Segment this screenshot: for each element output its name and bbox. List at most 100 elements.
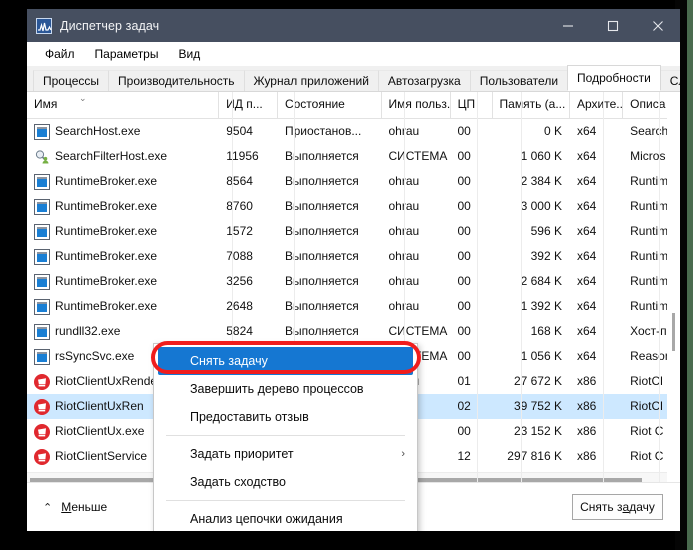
end-task-button[interactable]: Снять з а дачу <box>572 494 663 520</box>
fewer-details-link[interactable]: ⌃ Меньше <box>43 500 107 514</box>
menu-options[interactable]: Параметры <box>85 45 169 64</box>
cell-cpu: 01 <box>457 374 471 388</box>
cell-status: Выполняется <box>284 324 359 338</box>
cell-username: СИСТЕМА <box>388 324 448 338</box>
process-context-menu: Снять задачу Завершить дерево процессов Пр… <box>153 343 418 531</box>
cell-cpu: 00 <box>457 174 471 188</box>
column-header-cpu[interactable]: ЦП <box>451 92 493 118</box>
table-row[interactable]: SearchFilterHost.exe 11956 Выполняется СИСТ… <box>27 144 680 169</box>
process-name-label: RiotClientUx.exe <box>55 424 145 438</box>
cell-status: Выполняется <box>284 274 359 288</box>
cell-pid: 8760 <box>226 199 253 213</box>
process-name-label: rundll32.exe <box>55 324 121 338</box>
window-icon <box>34 198 50 215</box>
column-header-pid[interactable]: ИД п... <box>219 92 278 118</box>
column-header-name[interactable]: Имя <box>27 92 220 118</box>
fewer-details-mnemonic: М <box>61 500 72 514</box>
vertical-scrollbar-thumb[interactable] <box>672 313 675 351</box>
window-icon <box>34 123 50 140</box>
cell-process-name: RuntimeBroker.exe <box>27 244 219 269</box>
column-header-memory[interactable]: Память (а... <box>493 92 570 118</box>
tab-services[interactable]: Службы <box>659 70 680 91</box>
context-menu-item-label: Предоставить отзыв <box>190 410 309 424</box>
cell-pid: 8564 <box>226 174 253 188</box>
table-row[interactable]: rundll32.exe 5824 Выполняется СИСТЕМА 00 168 … <box>27 319 680 344</box>
cell-username: ohrau <box>388 274 420 288</box>
menu-file[interactable]: Файл <box>35 45 85 64</box>
cell-architecture: x86 <box>576 399 597 413</box>
cell-memory: 3 000 K <box>520 199 562 213</box>
cell-memory: 392 K <box>530 249 562 263</box>
cell-status: Выполняется <box>284 199 359 213</box>
menu-bar: Файл Параметры Вид <box>27 42 680 66</box>
table-row[interactable]: RuntimeBroker.exe 3256 Выполняется ohrau 00 2… <box>27 269 680 294</box>
window-title: Диспетчер задач <box>60 18 160 33</box>
context-menu-item[interactable]: Предоставить отзыв <box>154 403 417 431</box>
column-header-architecture[interactable]: Архите... <box>570 92 624 118</box>
riot-icon <box>34 373 50 390</box>
context-menu-item[interactable]: Задать приоритет › <box>154 440 417 468</box>
tab-processes[interactable]: Процессы <box>33 70 110 91</box>
table-row[interactable]: RuntimeBroker.exe 2648 Выполняется ohrau 00 1… <box>27 294 680 319</box>
cell-process-name: SearchFilterHost.exe <box>27 144 219 169</box>
table-row[interactable]: RuntimeBroker.exe 8760 Выполняется ohrau 00 3… <box>27 194 680 219</box>
cell-cpu: 00 <box>457 224 471 238</box>
sort-indicator-chevron-down-icon: ⌄ <box>79 93 87 103</box>
cell-memory: 2 384 K <box>520 174 562 188</box>
context-menu-separator <box>166 500 405 501</box>
vertical-scrollbar[interactable] <box>667 118 680 473</box>
context-menu-item[interactable]: Задать сходство <box>154 468 417 496</box>
tab-users[interactable]: Пользователи <box>469 70 569 91</box>
minimize-button[interactable] <box>545 9 590 42</box>
tab-app-history[interactable]: Журнал приложений <box>243 70 379 91</box>
table-row[interactable]: SearchHost.exe 9504 Приостанов... ohrau 00 0 … <box>27 119 680 144</box>
tab-startup[interactable]: Автозагрузка <box>377 70 471 91</box>
table-row[interactable]: RuntimeBroker.exe 8564 Выполняется ohrau 00 2… <box>27 169 680 194</box>
cell-process-name: RuntimeBroker.exe <box>27 294 219 319</box>
cell-status: Выполняется <box>284 224 359 238</box>
cell-architecture: x64 <box>576 199 597 213</box>
cell-cpu: 00 <box>457 124 471 138</box>
cell-process-name: RuntimeBroker.exe <box>27 194 219 219</box>
cell-process-name: RuntimeBroker.exe <box>27 269 219 294</box>
cell-pid: 7088 <box>226 249 253 263</box>
context-menu-item[interactable]: Снять задачу <box>158 347 413 375</box>
context-menu-item-label: Задать приоритет <box>190 447 294 461</box>
cell-cpu: 00 <box>457 324 471 338</box>
table-row[interactable]: RuntimeBroker.exe 1572 Выполняется ohrau 00 5… <box>27 219 680 244</box>
cell-memory: 0 K <box>543 124 562 138</box>
context-menu-item-label: Снять задачу <box>190 354 268 368</box>
column-header-username[interactable]: Имя польз... <box>382 92 451 118</box>
context-menu-item[interactable]: Анализ цепочки ожидания <box>154 505 417 531</box>
process-name-label: RuntimeBroker.exe <box>55 249 158 263</box>
cell-architecture: x64 <box>576 249 597 263</box>
chevron-right-icon: › <box>401 448 405 460</box>
maximize-button[interactable] <box>590 9 635 42</box>
cell-architecture: x64 <box>576 349 597 363</box>
column-header-status[interactable]: Состояние <box>278 92 382 118</box>
chevron-up-icon: ⌃ <box>43 501 53 514</box>
close-button[interactable] <box>635 9 680 42</box>
menu-view[interactable]: Вид <box>168 45 210 64</box>
cell-process-name: SearchHost.exe <box>27 119 219 144</box>
column-header-description[interactable]: Описа <box>623 92 680 118</box>
fewer-details-label: Меньше <box>61 500 107 514</box>
process-name-label: RuntimeBroker.exe <box>55 224 158 238</box>
tab-performance[interactable]: Производительность <box>108 70 245 91</box>
context-menu-item[interactable]: Завершить дерево процессов <box>154 375 417 403</box>
window-icon <box>34 323 50 340</box>
tab-details[interactable]: Подробности <box>567 65 661 91</box>
cell-memory: 1 392 K <box>520 299 562 313</box>
window-icon <box>34 298 50 315</box>
cell-cpu: 00 <box>457 149 471 163</box>
cell-memory: 1 056 K <box>520 349 562 363</box>
cell-cpu: 00 <box>457 274 471 288</box>
table-row[interactable]: RuntimeBroker.exe 7088 Выполняется ohrau 00 3… <box>27 244 680 269</box>
cell-username: ohrau <box>388 124 420 138</box>
cell-architecture: x64 <box>576 224 597 238</box>
cell-architecture: x86 <box>576 374 597 388</box>
window-icon <box>34 223 50 240</box>
cell-memory: 297 816 K <box>507 449 562 463</box>
cell-architecture: x86 <box>576 424 597 438</box>
cell-status: Приостанов... <box>284 124 362 138</box>
